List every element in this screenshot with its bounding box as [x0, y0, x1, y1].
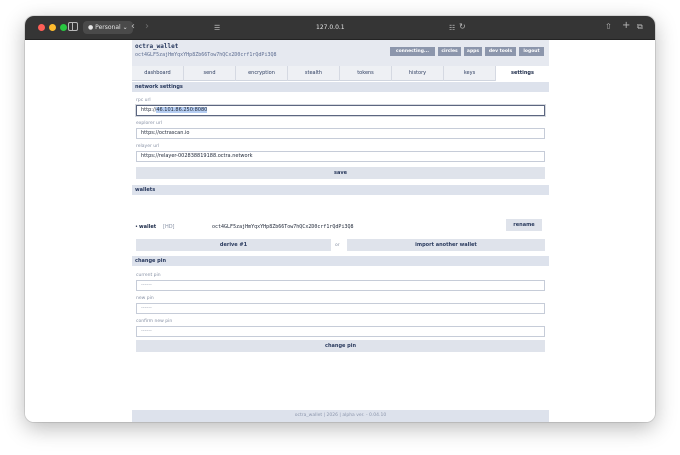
sidebar-toggle-icon[interactable] [68, 22, 78, 31]
rpc-url-prefix: http:// [141, 107, 157, 113]
connecting-button[interactable]: connecting... [390, 47, 435, 56]
tab-encryption[interactable]: encryption [236, 66, 288, 81]
wallet-name: wallet [139, 224, 157, 230]
dev-tools-button[interactable]: dev tools [485, 47, 516, 56]
apps-button[interactable]: apps [464, 47, 482, 56]
app-header: octra_wallet oct4GLF5zajHmYqxYHp8Zb66Tow… [132, 40, 549, 66]
save-button[interactable]: save [136, 167, 545, 179]
profile-label: Personal [95, 24, 121, 31]
reload-icon[interactable]: ↻ [459, 22, 466, 32]
tab-history[interactable]: history [392, 66, 444, 81]
new-tab-icon[interactable]: + [622, 21, 630, 31]
rpc-url-input[interactable]: http://46.101.86.250:8080 [136, 105, 545, 116]
tab-stealth[interactable]: stealth [288, 66, 340, 81]
wallet-app: octra_wallet oct4GLF5zajHmYqxYHp8Zb66Tow… [132, 40, 549, 422]
tab-tokens[interactable]: tokens [340, 66, 392, 81]
bullet-icon: • [135, 224, 138, 230]
tab-overview-icon[interactable]: ⧉ [637, 22, 643, 32]
new-pin-input[interactable]: ------ [136, 303, 545, 314]
import-wallet-button[interactable]: import another wallet [347, 239, 545, 251]
change-pin-button[interactable]: change pin [136, 340, 545, 352]
app-footer: octra_wallet | 2026 | alpha ver. - 0.04.… [132, 410, 549, 422]
page-viewport: octra_wallet oct4GLF5zajHmYqxYHp8Zb66Tow… [25, 40, 655, 422]
tab-dashboard[interactable]: dashboard [132, 66, 184, 81]
rpc-url-selected-text: 46.101.86.250:8080 [156, 107, 208, 113]
tab-keys[interactable]: keys [444, 66, 496, 81]
rpc-url-label: rpc url [136, 98, 151, 103]
or-separator: or [335, 243, 340, 248]
wallet-type-tag: [HD] [163, 224, 175, 230]
profile-person-icon: ● [88, 24, 94, 31]
zoom-window-button[interactable] [60, 24, 67, 31]
wallets-heading: wallets [132, 185, 549, 195]
close-window-button[interactable] [38, 24, 45, 31]
current-pin-label: current pin [136, 273, 161, 278]
browser-toolbar: ● Personal ⌄ ‹ › ☰ 127.0.0.1 ☷ ↻ ⇧ + ⧉ [25, 16, 655, 40]
profile-switcher[interactable]: ● Personal ⌄ [83, 21, 133, 34]
logout-button[interactable]: logout [519, 47, 544, 56]
tab-settings[interactable]: settings [496, 66, 549, 81]
site-settings-icon[interactable]: ☰ [214, 23, 220, 33]
share-icon[interactable]: ⇧ [605, 22, 612, 32]
app-title: octra_wallet [135, 43, 179, 50]
chevron-down-icon: ⌄ [122, 24, 128, 31]
rename-button[interactable]: rename [506, 219, 542, 231]
forward-icon[interactable]: › [145, 22, 149, 32]
confirm-pin-input[interactable]: ------ [136, 326, 545, 337]
new-pin-label: new pin [136, 296, 154, 301]
wallet-list-address: oct4GLF5zajHmYqxYHp8Zb66Tow7hQCx2D0crf1r… [212, 224, 354, 230]
wallet-address: oct4GLF5zajHmYqxYHp8Zb66Tow7hQCx2D0crf1r… [135, 52, 277, 58]
circles-button[interactable]: circles [438, 47, 461, 56]
tab-send[interactable]: send [184, 66, 236, 81]
explorer-url-input[interactable]: https://octrascan.io [136, 128, 545, 139]
back-icon[interactable]: ‹ [131, 22, 135, 32]
minimize-window-button[interactable] [49, 24, 56, 31]
current-pin-input[interactable]: ------ [136, 280, 545, 291]
confirm-pin-label: confirm new pin [136, 319, 173, 324]
tab-bar: dashboard send encryption stealth tokens… [132, 66, 549, 81]
explorer-url-label: explorer url [136, 121, 162, 126]
browser-window: ● Personal ⌄ ‹ › ☰ 127.0.0.1 ☷ ↻ ⇧ + ⧉ o… [25, 16, 655, 422]
network-settings-heading: network settings [132, 82, 549, 92]
relayer-url-label: relayer url [136, 144, 160, 149]
translate-icon[interactable]: ☷ [449, 23, 455, 33]
address-bar[interactable]: 127.0.0.1 [316, 23, 345, 33]
relayer-url-input[interactable]: https://relayer-002838819188.octra.netwo… [136, 151, 545, 162]
derive-wallet-button[interactable]: derive #1 [136, 239, 331, 251]
change-pin-heading: change pin [132, 256, 549, 266]
